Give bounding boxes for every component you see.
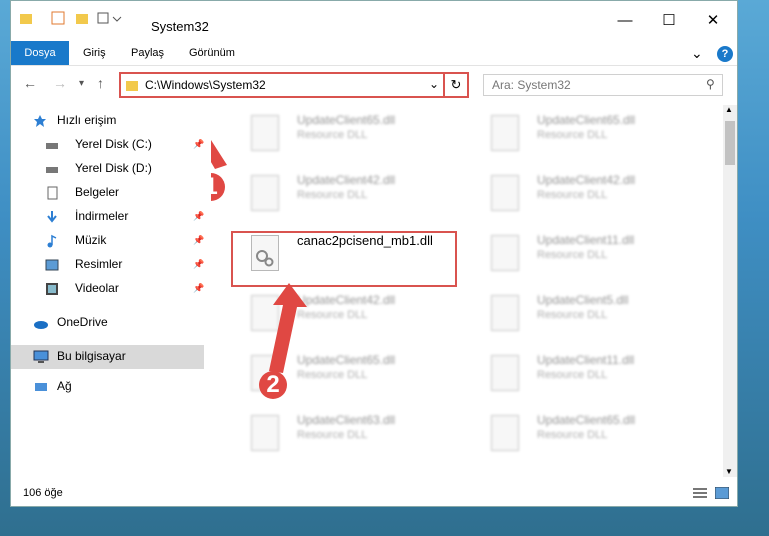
address-dropdown-icon[interactable]: ⌄ [429,77,439,91]
download-icon [45,209,59,223]
sidebar-item-label: Videolar [75,281,119,295]
sidebar-item-label: Resimler [75,257,123,271]
sidebar-item-label: Yerel Disk (C:) [75,137,152,151]
annotation-arrows [211,140,307,373]
details-view-icon[interactable] [693,487,707,502]
minimize-button[interactable]: — [603,7,647,35]
sidebar-item-label: OneDrive [57,315,108,329]
arrow-2 [269,283,307,373]
new-folder-icon[interactable] [75,11,89,29]
tab-share[interactable]: Paylaş [131,41,164,65]
properties-icon[interactable] [51,11,65,29]
star-icon [33,113,47,127]
pin-icon: 📌 [193,283,205,293]
status-bar: 106 öğe [11,479,737,507]
music-icon [45,233,59,248]
computer-icon [33,349,49,363]
sidebar-item-label: Müzik [75,233,107,247]
recent-chevron-icon[interactable]: ▾ [79,78,84,89]
scroll-down-icon[interactable]: ▼ [725,467,733,476]
address-row: ← → ▾ ↑ C:\Windows\System32 ⌄ ↻ Ara: Sys… [11,67,737,103]
sidebar-item-label: Hızlı erişim [57,113,117,127]
sidebar-item-label: Yerel Disk (D:) [75,161,152,175]
search-box[interactable]: Ara: System32 ⚲ [483,74,723,96]
large-icons-view-icon[interactable] [714,486,730,502]
document-icon [45,185,59,200]
help-icon[interactable]: ? [717,46,733,62]
sidebar-item-label: Ağ [57,379,72,393]
step-badge-2: 2 [259,371,287,399]
cloud-icon [33,315,48,329]
folder-icon[interactable] [19,11,33,29]
search-icon[interactable]: ⚲ [706,77,715,91]
back-arrow-icon[interactable]: ← [23,75,37,91]
customize-toolbar-icon[interactable] [97,11,125,29]
pin-icon: 📌 [193,259,205,269]
tab-file[interactable]: Dosya [11,41,69,65]
drive-icon [45,137,59,151]
sidebar-item-label: İndirmeler [75,209,129,223]
item-count: 106 öğe [23,487,63,499]
refresh-icon[interactable]: ↻ [443,74,467,96]
title-bar: System32 — ☐ ✕ [11,1,737,39]
address-bar[interactable]: C:\Windows\System32 ⌄ ↻ [119,72,469,98]
pin-icon: 📌 [193,235,205,245]
forward-arrow-icon[interactable]: → [53,75,67,91]
vertical-scrollbar[interactable]: ▲ ▼ [723,105,737,477]
explorer-window: System32 — ☐ ✕ Dosya Giriş Paylaş Görünü… [10,0,738,507]
sidebar-item-label: Bu bilgisayar [57,349,126,363]
close-button[interactable]: ✕ [691,7,735,35]
address-path: C:\Windows\System32 [145,78,266,92]
pin-icon: 📌 [193,139,205,149]
arrow-1 [211,140,227,169]
scrollbar-thumb[interactable] [725,121,735,165]
tab-view[interactable]: Görünüm [189,41,235,65]
folder-icon [125,78,139,95]
file-list: UpdateClient65.dll Resource DLL UpdateCl… [211,105,721,477]
search-input[interactable]: Ara: System32 [492,78,571,92]
video-icon [45,281,59,295]
tab-home[interactable]: Giriş [83,41,106,65]
pin-icon: 📌 [193,211,205,221]
navigation-pane: Hızlı erişim Yerel Disk (C:) 📌 Yerel Dis… [11,105,204,473]
ribbon-tabs: Dosya Giriş Paylaş Görünüm ⌄ ? [11,41,737,66]
chevron-down-icon[interactable]: ⌄ [691,41,703,65]
maximize-button[interactable]: ☐ [647,7,691,35]
network-icon [33,379,47,393]
sidebar-item-label: Belgeler [75,185,120,199]
window-title: System32 [151,19,209,34]
scroll-up-icon[interactable]: ▲ [725,105,733,114]
drive-icon [45,161,59,175]
pictures-icon [45,257,59,271]
up-arrow-icon[interactable]: ↑ [97,75,104,91]
